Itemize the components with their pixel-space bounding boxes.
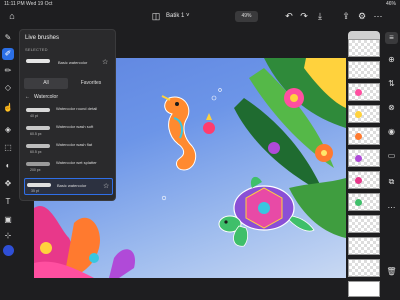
selected-brush[interactable]: Basic watercolor ☆ [24, 53, 113, 73]
status-battery: 46% [385, 1, 396, 7]
brush-stroke-preview [27, 183, 51, 187]
brush-item[interactable]: 60.5 px Watercolor wash soft [24, 122, 113, 139]
layer-thumbnail[interactable] [348, 193, 380, 211]
layer-add-icon[interactable]: ⊕ [385, 54, 398, 66]
blend-icon[interactable]: ⊗ [385, 102, 398, 114]
layer-content-mark [355, 133, 362, 140]
brush-stroke-preview [26, 162, 50, 166]
brush-name: Watercolor wet splatter [56, 160, 97, 165]
layer-adjust-icon[interactable]: ⇅ [385, 78, 398, 90]
zoom-level[interactable]: 49% [235, 11, 258, 22]
layer-content-mark [355, 177, 362, 184]
tab-favorites[interactable]: Favorites [69, 78, 113, 89]
brush-item[interactable]: 40 pt Watercolor round detail [24, 104, 113, 121]
selection-icon[interactable]: ⬚ [2, 142, 14, 154]
brush-size: 200 px [30, 168, 41, 172]
layer-content-mark [355, 199, 362, 206]
current-color-swatch[interactable] [3, 245, 14, 256]
layer-thumbnail[interactable] [348, 127, 380, 145]
favorite-star-icon[interactable]: ☆ [102, 58, 108, 66]
pixel-brush-icon[interactable]: ✏ [2, 65, 14, 77]
layer-thumbnail[interactable] [348, 237, 380, 255]
eyedropper-icon[interactable]: ⊹ [2, 230, 14, 242]
more-layer-options-icon[interactable]: ⋯ [385, 202, 398, 214]
brush-name: Basic watercolor [57, 183, 87, 188]
layer-thumbnail[interactable] [348, 259, 380, 277]
layer-thumbnail-background[interactable] [348, 281, 380, 297]
home-icon[interactable]: ⌂ [6, 9, 18, 23]
layer-thumbnail[interactable] [348, 171, 380, 189]
smudge-icon[interactable]: ☝ [2, 102, 14, 114]
adjust-icon[interactable]: ◐ [2, 160, 14, 172]
settings-icon[interactable]: ⚙ [356, 9, 368, 23]
more-icon[interactable]: ⋯ [372, 9, 384, 23]
status-time: 11:11 PM Wed 19 Oct [4, 1, 53, 7]
brush-item[interactable]: 60.5 px Watercolor wash flat [24, 140, 113, 157]
fill-icon[interactable]: ◈ [2, 124, 14, 136]
eraser-icon[interactable]: ◇ [2, 82, 14, 94]
brush-item[interactable]: 200 px Watercolor wet splatter [24, 158, 113, 175]
category-header[interactable]: ← Watercolor [24, 92, 113, 102]
app-window: 11:11 PM Wed 19 Oct 46% ⌂ ◫ Batik 1 ˅ 49… [0, 0, 400, 300]
download-icon[interactable]: ⤓ [314, 9, 326, 23]
visibility-icon[interactable]: ◉ [385, 126, 398, 138]
back-arrow-icon[interactable]: ← [25, 92, 30, 102]
layers-icon[interactable]: ◫ [150, 9, 162, 23]
brush-stroke-preview [26, 144, 50, 148]
brush-size: 60.5 px [30, 150, 42, 154]
right-toolbar: ≡ ⊕ ⇅ ⊗ ◉ ▭ ⧉ ⋯ 🗑 [383, 26, 400, 300]
document-name[interactable]: Batik 1 ˅ [166, 11, 190, 21]
selected-brush-name: Basic watercolor [58, 60, 88, 65]
category-label: Watercolor [34, 94, 58, 100]
transform-icon[interactable]: ✥ [2, 178, 14, 190]
live-brushes-panel: Live brushes SELECTED Basic watercolor ☆… [19, 29, 116, 201]
panel-title: Live brushes [25, 35, 60, 41]
brush-item-selected[interactable]: 35 pt Basic watercolor ☆ [24, 178, 113, 195]
layer-thumbnail[interactable] [348, 83, 380, 101]
layer-content-mark [355, 155, 362, 162]
left-toolbar: ✎ ✐ ✏ ◇ ☝ ◈ ⬚ ◐ ✥ T ▣ ⊹ [0, 26, 16, 300]
brush-size: 35 pt [31, 189, 39, 193]
live-brush-icon[interactable]: ✐ [2, 48, 14, 60]
image-icon[interactable]: ▣ [2, 214, 14, 226]
share-icon[interactable]: ⇪ [340, 9, 352, 23]
brush-tabs: All Favorites [24, 78, 113, 89]
layer-thumbnail[interactable] [348, 215, 380, 233]
layer-thumbnail[interactable] [348, 105, 380, 123]
brush-stroke-preview [26, 108, 50, 112]
redo-icon[interactable]: ↷ [298, 9, 310, 23]
layer-thumbnail[interactable] [348, 61, 380, 79]
brush-size: 40 pt [30, 114, 38, 118]
top-bar: ⌂ ◫ Batik 1 ˅ 49% ↶ ↷ ⤓ ⇪ ⚙ ⋯ [0, 9, 400, 26]
delete-icon[interactable]: 🗑 [385, 266, 398, 278]
brush-name: Watercolor round detail [56, 106, 98, 111]
layer-thumbnail[interactable] [348, 39, 380, 57]
brush-name: Watercolor wash flat [56, 142, 93, 147]
layers-panel-header[interactable] [348, 31, 380, 39]
lock-icon[interactable]: ▭ [385, 150, 398, 162]
brush-size: 60.5 px [30, 132, 42, 136]
layer-content-mark [355, 89, 362, 96]
text-icon[interactable]: T [2, 196, 14, 208]
status-bar: 11:11 PM Wed 19 Oct 46% [0, 0, 400, 9]
tab-all[interactable]: All [24, 78, 68, 89]
favorite-star-icon[interactable]: ☆ [103, 182, 109, 190]
brush-stroke-preview [26, 126, 50, 130]
brush-name: Watercolor wash soft [56, 124, 94, 129]
layer-thumbnail[interactable] [348, 149, 380, 167]
undo-icon[interactable]: ↶ [283, 9, 295, 23]
merge-icon[interactable]: ⧉ [385, 176, 398, 188]
layers-panel-icon[interactable]: ≡ [385, 32, 398, 44]
layer-content-mark [355, 111, 362, 118]
brush-stroke-preview [26, 59, 50, 63]
pen-icon[interactable]: ✎ [2, 32, 14, 44]
selected-label: SELECTED [25, 47, 48, 52]
